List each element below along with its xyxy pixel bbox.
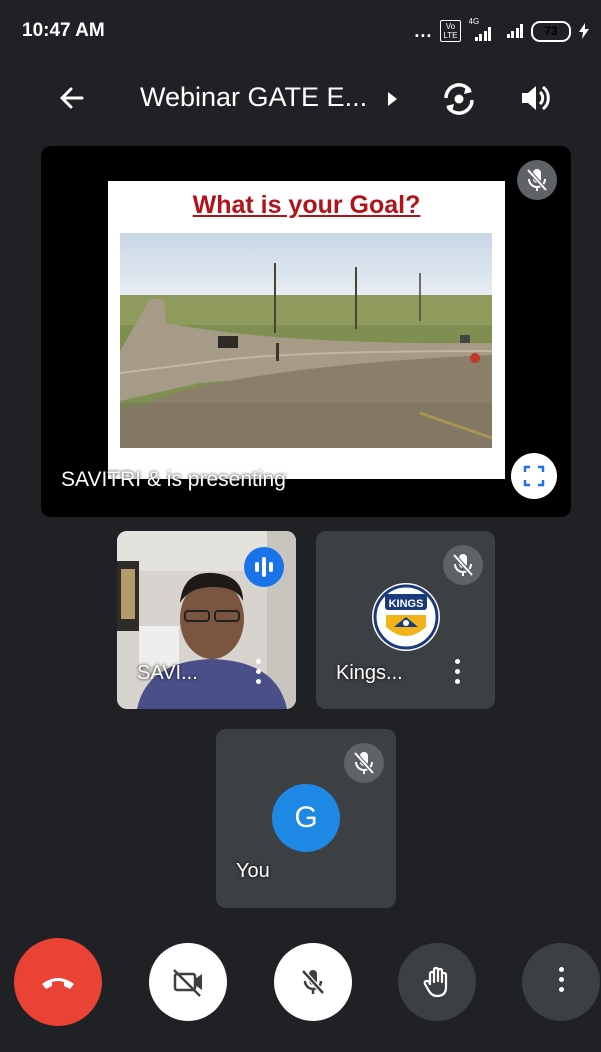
- kings-logo: KINGS: [372, 583, 440, 651]
- presenting-caption: SAVITRI & is presenting: [61, 468, 286, 491]
- battery-icon: 73: [531, 20, 571, 42]
- battery-level: 73: [544, 24, 558, 38]
- camera-toggle-button[interactable]: [149, 943, 227, 1021]
- mic-off-icon: [301, 969, 325, 995]
- signal-icon: [506, 24, 523, 38]
- more-vert-icon[interactable]: [453, 659, 461, 689]
- meeting-header: Webinar GATE E...: [0, 64, 601, 134]
- audio-level-icon: [244, 547, 284, 587]
- shared-slide: What is your Goal?: [108, 181, 505, 479]
- back-arrow-icon[interactable]: [52, 78, 92, 118]
- status-time: 10:47 AM: [22, 20, 105, 41]
- avatar: G: [272, 784, 340, 852]
- more-vert-icon[interactable]: [254, 659, 262, 689]
- mic-off-icon: [443, 545, 483, 585]
- chevron-right-icon[interactable]: [388, 92, 397, 106]
- phone-hangup-icon: [42, 978, 74, 989]
- hand-icon: [423, 966, 448, 998]
- meeting-title[interactable]: Webinar GATE E...: [140, 82, 367, 113]
- charging-icon: [579, 23, 589, 39]
- slide-title: What is your Goal?: [192, 191, 421, 219]
- status-bar: 10:47 AM ... Vo LTE 4G 73: [0, 0, 601, 64]
- participant-tile-savi[interactable]: SAVI...: [117, 531, 296, 709]
- more-vert-icon: [557, 967, 565, 997]
- fullscreen-icon[interactable]: [511, 453, 557, 499]
- participant-tile-you[interactable]: G You: [216, 729, 396, 908]
- participant-name: Kings...: [336, 662, 403, 684]
- participant-name: You: [236, 860, 270, 882]
- status-icons: ... Vo LTE 4G 73: [414, 17, 589, 42]
- more-options-button[interactable]: [522, 943, 600, 1021]
- mic-toggle-button[interactable]: [274, 943, 352, 1021]
- participant-tile-kings[interactable]: KINGS Kings...: [316, 531, 495, 709]
- participant-name: SAVI...: [137, 662, 198, 684]
- speaker-icon[interactable]: [516, 78, 556, 118]
- svg-text:KINGS: KINGS: [389, 598, 424, 610]
- camera-switch-icon[interactable]: [438, 78, 480, 120]
- video-off-icon: [173, 969, 202, 997]
- signal-4g-icon: 4G: [469, 17, 499, 41]
- volte-icon: Vo LTE: [440, 20, 461, 42]
- mic-off-icon: [517, 160, 557, 200]
- notification-dots: ...: [414, 20, 433, 41]
- presentation-stage[interactable]: What is your Goal? SAVITRI & is presenti…: [41, 146, 571, 517]
- crossroads-photo: [120, 233, 492, 448]
- end-call-button[interactable]: [14, 938, 102, 1026]
- mic-off-icon: [344, 743, 384, 783]
- network-type: 4G: [468, 17, 480, 26]
- call-controls: [0, 938, 601, 1030]
- raise-hand-button[interactable]: [398, 943, 476, 1021]
